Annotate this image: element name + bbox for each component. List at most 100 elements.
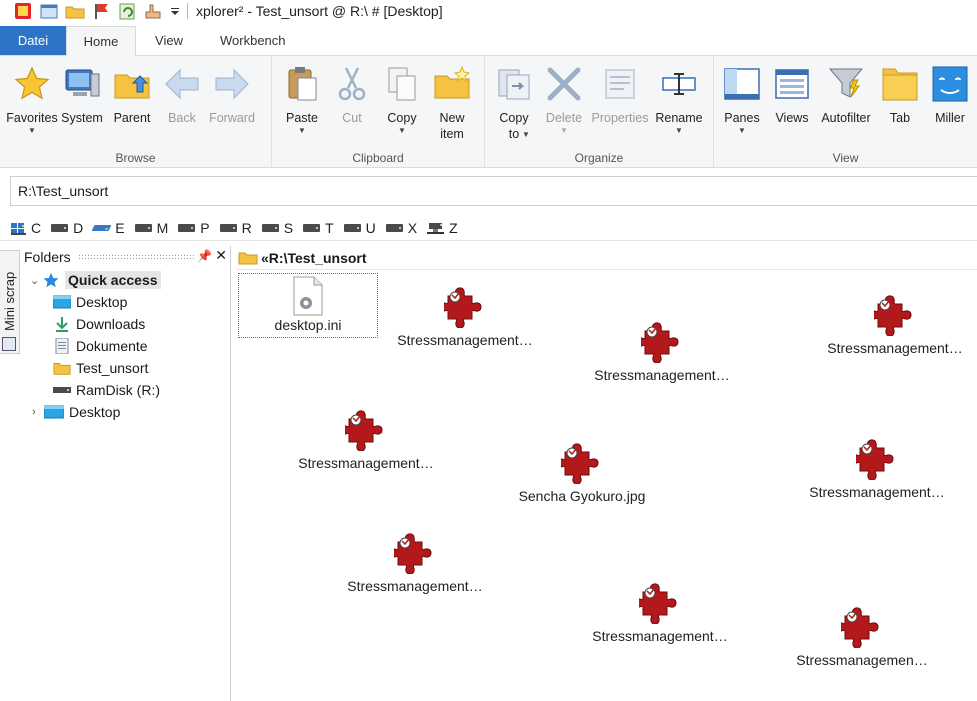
file-name: desktop.ini	[274, 317, 342, 333]
tree-node-label: Desktop	[69, 404, 121, 420]
file-item-stress-7[interactable]: Stressmanagement…	[590, 582, 730, 644]
folders-pane: Folders 📌 ✕ ⌄ Quick access Desktop Downl…	[20, 246, 231, 701]
puzzle-icon	[874, 294, 916, 336]
folder-up-icon	[112, 64, 152, 104]
scrap-icon	[2, 337, 16, 351]
drive-icon	[51, 223, 69, 232]
tab-view[interactable]: View	[136, 26, 202, 55]
puzzle-icon	[345, 409, 387, 451]
hand-icon[interactable]	[143, 2, 163, 20]
drive-d[interactable]: D	[51, 220, 83, 236]
tab-workbench[interactable]: Workbench	[202, 26, 304, 55]
title-bar: xplorer² - Test_unsort @ R:\ # [Desktop]	[0, 0, 977, 22]
panes-icon	[722, 64, 762, 104]
customize-dropdown-icon[interactable]	[169, 2, 181, 20]
chevron-down-icon: ▼	[560, 126, 568, 135]
folders-pane-header: Folders 📌 ✕	[20, 246, 230, 268]
favorites-label: Favorites	[6, 111, 58, 125]
tab-datei[interactable]: Datei	[0, 26, 66, 55]
tree-node-downloads[interactable]: Downloads	[53, 313, 145, 335]
tree-node-desktop-root[interactable]: › Desktop	[32, 401, 120, 423]
forward-label: Forward	[209, 111, 255, 125]
views-icon	[772, 64, 812, 104]
puzzle-icon	[641, 321, 683, 363]
drive-s[interactable]: S	[261, 220, 293, 236]
tree-node-test-unsort[interactable]: Test_unsort	[53, 357, 148, 379]
clipboard-group-label: Clipboard	[352, 151, 404, 165]
close-icon[interactable]: ✕	[215, 247, 227, 264]
drag-grip[interactable]	[78, 254, 194, 260]
mini-scrap-label: Mini scrap	[2, 271, 17, 331]
drive-z[interactable]: Z	[427, 220, 458, 236]
flag-icon[interactable]	[91, 2, 111, 20]
drive-r[interactable]: R	[219, 220, 252, 236]
file-pane: « R:\Test_unsort desktop.ini Stressmanag…	[236, 246, 977, 701]
view-group-label: View	[832, 151, 859, 165]
refresh-icon[interactable]	[117, 2, 137, 20]
new-window-icon[interactable]	[39, 2, 59, 20]
file-pane-header: « R:\Test_unsort	[236, 246, 977, 270]
delete-icon	[544, 64, 584, 104]
star-icon	[42, 272, 60, 288]
tab-home[interactable]: Home	[66, 26, 136, 56]
app-icon[interactable]	[13, 2, 33, 20]
new-item-label: New item	[439, 111, 465, 141]
chevron-right-icon[interactable]: ›	[32, 406, 44, 418]
drive-icon	[261, 223, 279, 232]
drive-icon	[385, 223, 403, 232]
drive-p[interactable]: P	[178, 220, 210, 236]
copy-icon	[382, 64, 422, 104]
download-icon	[53, 316, 71, 332]
mini-scrap-tab[interactable]: Mini scrap	[0, 250, 20, 354]
drive-icon	[343, 223, 361, 232]
organize-group-label: Organize	[574, 151, 624, 165]
tree-node-ramdisk[interactable]: RamDisk (R:)	[53, 379, 160, 401]
drive-e[interactable]: E	[91, 220, 125, 236]
computer-icon	[62, 64, 102, 104]
file-item-stress-8[interactable]: Stressmanagemen…	[792, 606, 932, 668]
file-name: Stressmanagement…	[827, 340, 963, 356]
tree-node-label: Dokumente	[76, 338, 148, 354]
delete-label: Delete	[545, 111, 583, 125]
back-label: Back	[168, 111, 196, 125]
title-separator	[187, 3, 188, 19]
drive-t[interactable]: T	[303, 220, 334, 236]
breadcrumb-prefix[interactable]: «	[261, 250, 269, 266]
tree-node-label: Test_unsort	[76, 360, 149, 376]
browse-group-label: Browse	[115, 151, 156, 165]
tree-node-label: Desktop	[76, 294, 128, 310]
puzzle-icon	[639, 582, 681, 624]
file-item-stress-2[interactable]: Stressmanagement…	[592, 321, 732, 383]
tree-node-quick-access[interactable]: ⌄ Quick access	[30, 269, 161, 291]
paste-label: Paste	[286, 111, 318, 125]
file-item-stress-6[interactable]: Stressmanagement…	[345, 532, 485, 594]
chevron-down-icon: ▼	[398, 126, 406, 135]
file-item-stress-1[interactable]: Stressmanagement…	[395, 286, 535, 348]
drive-icon	[178, 223, 196, 232]
file-item-stress-5[interactable]: Stressmanagement…	[807, 438, 947, 500]
scissors-icon	[332, 64, 372, 104]
file-name: Sencha Gyokuro.jpg	[518, 488, 646, 504]
drive-c[interactable]: C	[11, 220, 41, 236]
open-folder-icon[interactable]	[65, 2, 85, 20]
copy-label: Copy	[387, 111, 417, 125]
file-item-desktop-ini[interactable]: desktop.ini	[238, 273, 378, 338]
file-item-stress-3[interactable]: Stressmanagement…	[825, 294, 965, 356]
file-name: Stressmanagement…	[809, 484, 945, 500]
tree-node-desktop[interactable]: Desktop	[52, 291, 128, 313]
cut-label: Cut	[342, 111, 362, 125]
address-bar[interactable]: R:\Test_unsort	[10, 176, 977, 206]
tree-node-label: Quick access	[65, 271, 161, 289]
drive-label: T	[325, 219, 334, 236]
tree-node-dokumente[interactable]: Dokumente	[53, 335, 148, 357]
chevron-down-icon: ▼	[675, 126, 683, 135]
drive-x[interactable]: X	[385, 220, 417, 236]
file-item-sencha-gyokuro[interactable]: Sencha Gyokuro.jpg	[512, 442, 652, 504]
pin-icon[interactable]: 📌	[197, 249, 212, 263]
drive-m[interactable]: M	[134, 220, 168, 236]
file-item-stress-4[interactable]: Stressmanagement…	[296, 409, 436, 471]
drive-icon	[134, 223, 152, 232]
ribbon-tab-bar: Datei Home View Workbench	[0, 26, 977, 56]
chevron-down-icon[interactable]: ⌄	[30, 274, 42, 287]
drive-u[interactable]: U	[343, 220, 376, 236]
